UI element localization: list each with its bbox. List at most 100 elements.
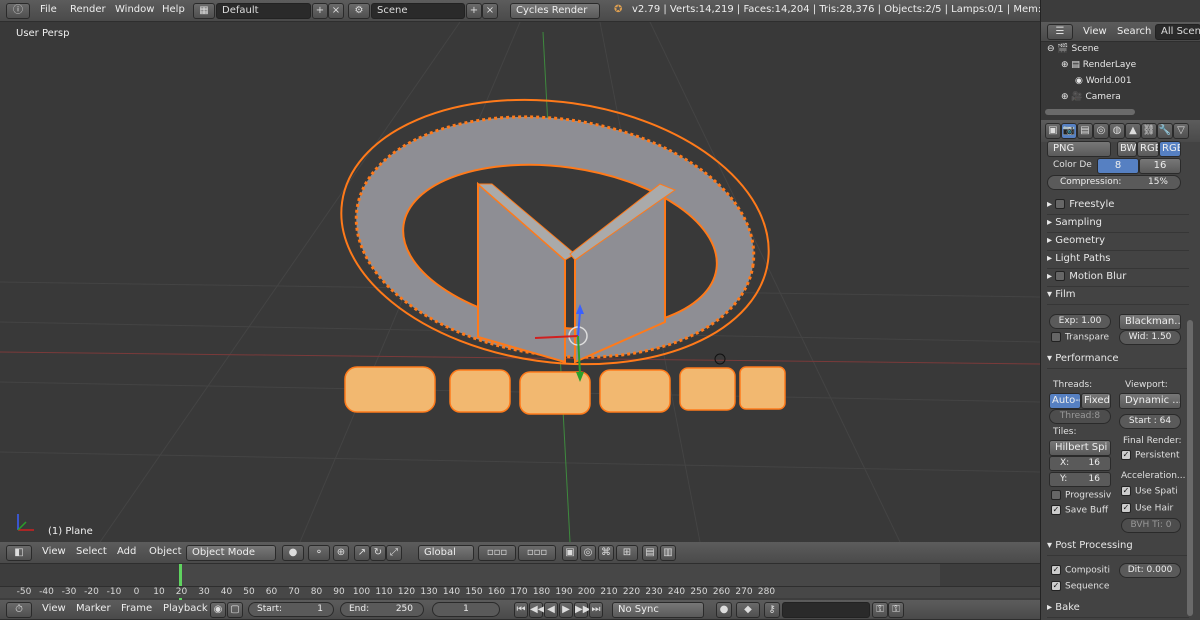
use-hair-bvh-toggle[interactable]: ✓ Use Hair xyxy=(1121,503,1173,514)
orientation-dropdown[interactable]: Global xyxy=(418,545,474,561)
tile-order-dropdown[interactable]: Hilbert Spi xyxy=(1049,440,1111,456)
render-engine-dropdown[interactable]: Cycles Render xyxy=(510,3,600,19)
persistent-images-checkbox[interactable]: ✓ xyxy=(1121,450,1131,460)
viewport-canvas[interactable] xyxy=(0,22,1040,542)
text-mesh[interactable] xyxy=(344,366,786,415)
delete-keyframe-icon[interactable]: ⚿ xyxy=(888,602,904,618)
scene-field[interactable]: Scene xyxy=(371,3,465,19)
remove-scene-icon[interactable]: × xyxy=(482,3,498,19)
compositing-toggle[interactable]: ✓ Compositi xyxy=(1051,565,1110,576)
lock-range-icon[interactable]: ▢ xyxy=(227,602,243,618)
compression-slider[interactable]: Compression: 15% xyxy=(1047,175,1181,190)
sequencer-toggle[interactable]: ✓ Sequence xyxy=(1051,581,1109,592)
properties-scrollbar[interactable] xyxy=(1187,320,1193,616)
use-hair-bvh-checkbox[interactable]: ✓ xyxy=(1121,503,1131,513)
jump-start-icon[interactable]: ⏮ xyxy=(514,602,528,618)
motion-blur-checkbox[interactable] xyxy=(1055,271,1066,281)
save-buffers-checkbox[interactable]: ✓ xyxy=(1051,505,1061,515)
outliner-item-camera[interactable]: ⊕ 🎥 Camera xyxy=(1061,92,1121,102)
editor-type-timeline-icon[interactable]: ⏱ xyxy=(6,602,32,618)
use-spatial-splits-toggle[interactable]: ✓ Use Spati xyxy=(1121,486,1178,497)
keying-icon[interactable]: ◆ xyxy=(736,602,760,618)
world-tab-icon[interactable]: ◍ xyxy=(1109,123,1125,139)
vp-menu-object[interactable]: Object xyxy=(149,546,182,557)
editor-type-info-icon[interactable]: ⓘ xyxy=(6,3,30,19)
play-icon[interactable]: ▶ xyxy=(559,602,573,618)
manipulator-toggle-icon[interactable]: ⊕ xyxy=(333,545,349,561)
threads-fixed-button[interactable]: Fixed xyxy=(1081,393,1111,409)
threads-count-field[interactable]: Thread:8 xyxy=(1049,409,1111,424)
snap-element-icon[interactable]: ⊞ xyxy=(616,545,638,561)
color-mode-bw[interactable]: BW xyxy=(1117,141,1137,157)
save-buffers-toggle[interactable]: ✓ Save Buff xyxy=(1051,505,1108,516)
scene-tab-icon[interactable]: ◎ xyxy=(1093,123,1109,139)
film-transparent-toggle[interactable]: Transpare xyxy=(1051,332,1109,343)
outliner-hscroll[interactable] xyxy=(1045,109,1135,115)
lamp-icon[interactable] xyxy=(714,353,726,365)
vp-menu-select[interactable]: Select xyxy=(76,546,107,557)
viewport-start-resolution-field[interactable]: Start : 64 xyxy=(1119,414,1181,429)
opengl-anim-icon[interactable]: ▥ xyxy=(660,545,676,561)
color-depth-8[interactable]: 8 xyxy=(1097,158,1139,174)
color-mode-rgba[interactable]: RGB xyxy=(1159,141,1181,157)
insert-keyframe-icon[interactable]: ⚿ xyxy=(872,602,888,618)
layers-grid-2-icon[interactable]: ▫▫▫ xyxy=(518,545,556,561)
tile-x-field[interactable]: X: 16 xyxy=(1049,456,1111,471)
shading-dropdown-icon[interactable]: ● xyxy=(282,545,304,561)
layers-grid-1-icon[interactable]: ▫▫▫ xyxy=(478,545,516,561)
add-layout-icon[interactable]: + xyxy=(312,3,328,19)
data-tab-icon[interactable]: ▽ xyxy=(1173,123,1189,139)
panel-film[interactable]: ▾ Film xyxy=(1047,289,1189,305)
screen-layout-field[interactable]: Default xyxy=(216,3,311,19)
prev-keyframe-icon[interactable]: ◀◀ xyxy=(529,602,545,618)
record-icon[interactable]: ● xyxy=(716,602,732,618)
menu-help[interactable]: Help xyxy=(162,4,185,15)
panel-motion-blur[interactable]: ▸ Motion Blur xyxy=(1047,271,1189,287)
start-frame-field[interactable]: Start: 1 xyxy=(248,602,334,617)
panel-light-paths[interactable]: ▸ Light Paths xyxy=(1047,253,1189,269)
jump-end-icon[interactable]: ⏭ xyxy=(589,602,603,618)
outliner-item-world[interactable]: ◉ World.001 xyxy=(1075,76,1132,86)
tile-y-field[interactable]: Y: 16 xyxy=(1049,472,1111,487)
next-keyframe-icon[interactable]: ▶▶ xyxy=(574,602,590,618)
panel-sampling[interactable]: ▸ Sampling xyxy=(1047,217,1189,233)
outliner-tree[interactable]: ⊖ 🎬 Scene ⊕ ▤ RenderLaye ◉ World.001 ⊕ 🎥… xyxy=(1041,42,1200,120)
current-frame-field[interactable]: 1 xyxy=(432,602,500,617)
screen-layout-icon[interactable]: ▦ xyxy=(193,3,215,19)
remove-layout-icon[interactable]: × xyxy=(328,3,344,19)
outliner-filter-dropdown[interactable]: All Scenes xyxy=(1155,24,1200,40)
sequencer-checkbox[interactable]: ✓ xyxy=(1051,581,1061,591)
sync-dropdown[interactable]: No Sync xyxy=(612,602,704,618)
panel-post-processing[interactable]: ▾ Post Processing xyxy=(1047,540,1189,556)
outliner-menu-search[interactable]: Search xyxy=(1117,26,1151,37)
render-tab-icon[interactable]: 📷 xyxy=(1061,123,1077,139)
use-spatial-splits-checkbox[interactable]: ✓ xyxy=(1121,486,1131,496)
viewport-bvh-dropdown[interactable]: Dynamic ... xyxy=(1119,393,1181,409)
film-filter-dropdown[interactable]: Blackman... xyxy=(1119,314,1181,330)
panel-performance[interactable]: ▾ Performance xyxy=(1047,353,1189,369)
vp-menu-add[interactable]: Add xyxy=(117,546,136,557)
add-scene-icon[interactable]: + xyxy=(466,3,482,19)
panel-bake[interactable]: ▸ Bake xyxy=(1047,602,1189,618)
tl-menu-marker[interactable]: Marker xyxy=(76,603,111,614)
dither-field[interactable]: Dit: 0.000 xyxy=(1119,563,1181,578)
tl-menu-frame[interactable]: Frame xyxy=(121,603,152,614)
outliner-menu-view[interactable]: View xyxy=(1083,26,1107,37)
translate-icon[interactable]: ↗ xyxy=(354,545,370,561)
object-tab-icon[interactable]: ▲ xyxy=(1125,123,1141,139)
menu-render[interactable]: Render xyxy=(70,4,106,15)
panel-geometry[interactable]: ▸ Geometry xyxy=(1047,235,1189,251)
outliner-item-renderlayers[interactable]: ⊕ ▤ RenderLaye xyxy=(1061,60,1136,70)
outliner-item-scene[interactable]: ⊖ 🎬 Scene xyxy=(1047,44,1099,54)
snap-icon[interactable]: ⌘ xyxy=(598,545,614,561)
file-format-dropdown[interactable]: PNG xyxy=(1047,141,1111,157)
editor-type-properties-icon[interactable]: ▣ xyxy=(1045,123,1061,139)
freestyle-checkbox[interactable] xyxy=(1055,199,1066,209)
keying-set-field[interactable] xyxy=(782,602,870,618)
film-exposure-field[interactable]: Exp: 1.00 xyxy=(1049,314,1111,329)
play-reverse-icon[interactable]: ◀ xyxy=(544,602,558,618)
lock-layers-icon[interactable]: ▣ xyxy=(562,545,578,561)
color-depth-16[interactable]: 16 xyxy=(1139,158,1181,174)
threads-auto-button[interactable]: Auto-d xyxy=(1049,393,1081,409)
tl-menu-playback[interactable]: Playback xyxy=(163,603,208,614)
